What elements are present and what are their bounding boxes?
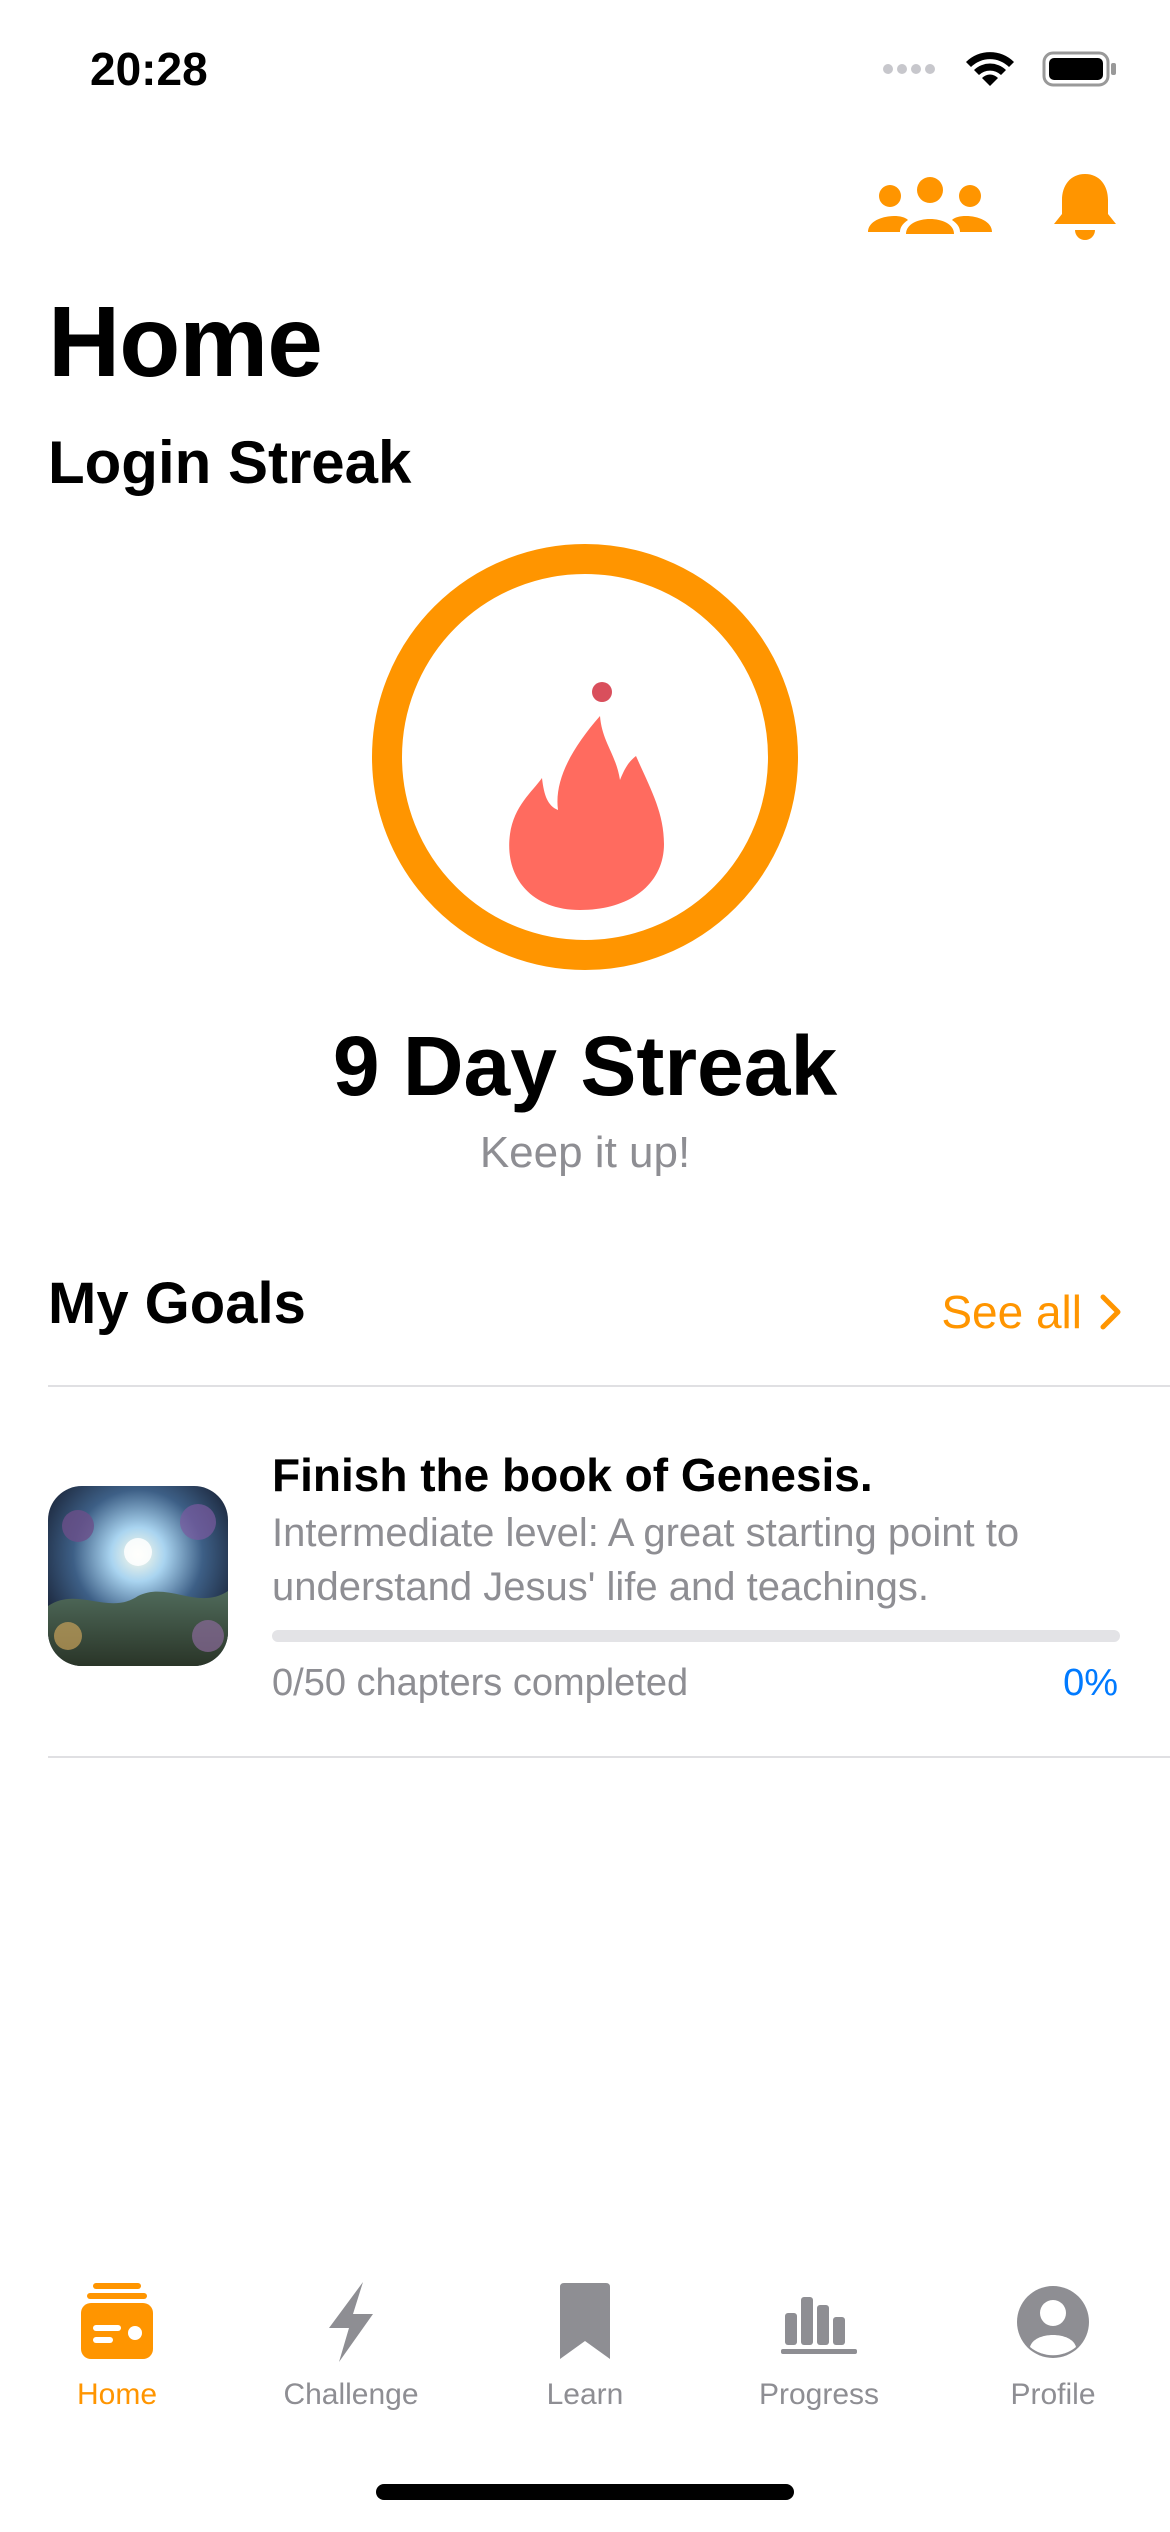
battery-icon [1042, 51, 1116, 87]
status-indicators [882, 50, 1118, 88]
bell-icon [1054, 174, 1116, 240]
home-indicator [376, 2484, 794, 2500]
see-all-link[interactable]: See all [941, 1285, 1122, 1339]
page-title: Home [48, 286, 323, 398]
chevron-right-icon [1100, 1294, 1121, 1330]
divider [48, 1756, 1170, 1758]
genesis-artwork [48, 1486, 228, 1666]
home-card-icon [81, 2283, 153, 2359]
see-all-label: See all [941, 1286, 1082, 1338]
tab-label: Challenge [283, 2378, 419, 2411]
streak-count: 9 Day Streak [332, 1019, 838, 1113]
tab-bar: Home Challenge Learn Progress Profile [0, 2280, 1170, 2420]
notifications-button[interactable] [1052, 170, 1118, 242]
bolt-icon [329, 2282, 373, 2362]
bookmark-icon [560, 2283, 610, 2359]
tab-home[interactable]: Home [0, 2280, 234, 2420]
goal-title: Finish the book of Genesis. [272, 1449, 873, 1501]
goal-progress-bar [272, 1630, 1120, 1642]
divider [48, 1385, 1170, 1387]
tab-label: Home [76, 2378, 158, 2411]
goal-progress-label: 0/50 chapters completed [272, 1662, 689, 1704]
signal-icon [883, 64, 935, 74]
tab-label: Profile [1010, 2378, 1096, 2411]
goal-thumbnail[interactable] [48, 1486, 228, 1666]
status-time: 20:28 [90, 43, 208, 95]
my-goals-heading: My Goals [48, 1271, 306, 1336]
friends-button[interactable] [868, 176, 992, 236]
tab-label: Learn [546, 2378, 624, 2411]
tab-label: Progress [758, 2378, 880, 2411]
bar-chart-icon [781, 2297, 857, 2354]
goal-description: Intermediate level: A great starting poi… [272, 1511, 1020, 1609]
streak-subtitle: Keep it up! [479, 1128, 691, 1177]
goal-progress-percent: 0% [1063, 1662, 1118, 1704]
tab-profile[interactable]: Profile [936, 2280, 1170, 2420]
streak-ring [372, 544, 798, 970]
wifi-icon [966, 52, 1014, 86]
tab-challenge[interactable]: Challenge [234, 2280, 468, 2420]
login-streak-heading: Login Streak [48, 429, 412, 496]
tab-progress[interactable]: Progress [702, 2280, 936, 2420]
flame-icon [509, 682, 664, 910]
header-actions [868, 170, 1118, 242]
tab-learn[interactable]: Learn [468, 2280, 702, 2420]
person-circle-icon [1017, 2286, 1089, 2358]
people-icon [868, 177, 992, 234]
